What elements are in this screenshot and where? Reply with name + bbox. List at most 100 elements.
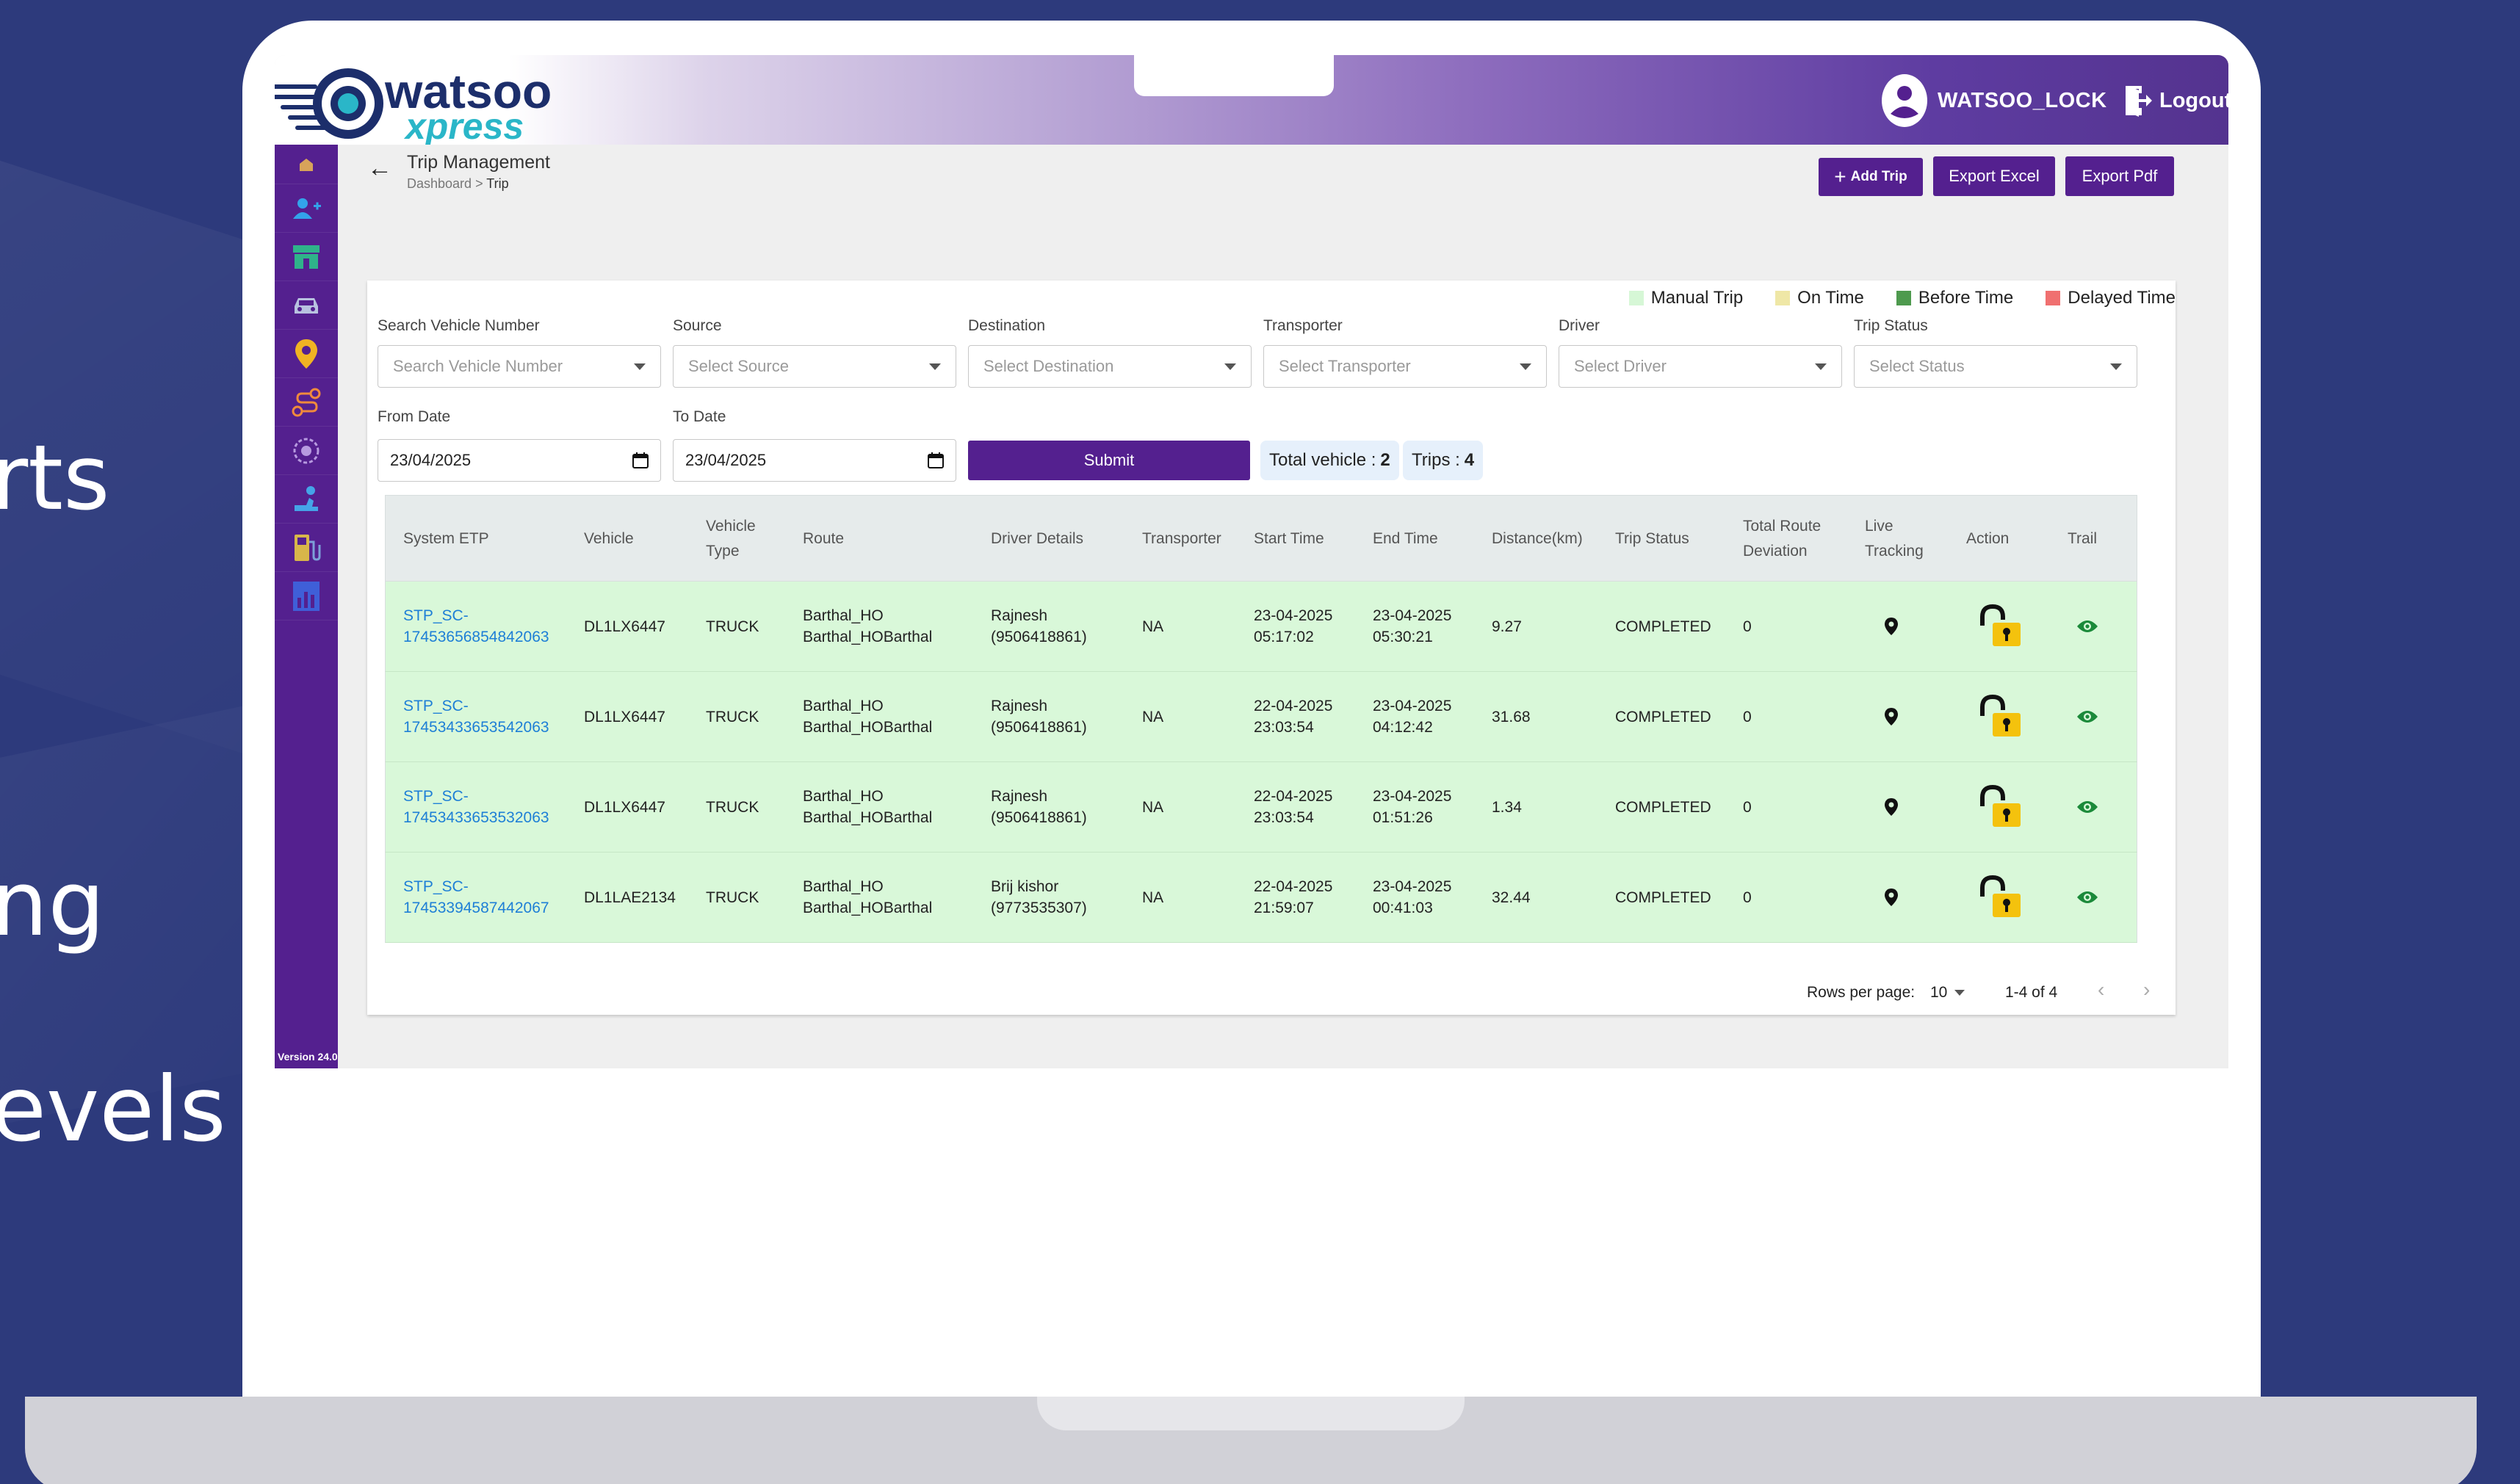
rows-per-page-select[interactable]: 10 bbox=[1930, 984, 1965, 1002]
version-label: Version 24.0 bbox=[278, 1051, 338, 1063]
from-date-value: 23/04/2025 bbox=[390, 451, 472, 469]
export-pdf-button[interactable]: Export Pdf bbox=[2065, 156, 2174, 196]
sidebar-item-reports[interactable] bbox=[275, 572, 338, 620]
cell-route-line: Barthal_HOBarthal bbox=[803, 719, 933, 736]
location-pin-icon bbox=[295, 339, 317, 369]
cell-route-deviation: 0 bbox=[1743, 618, 1752, 635]
rows-per-page-label: Rows per page: bbox=[1807, 984, 1916, 1001]
sidebar-item-routes[interactable] bbox=[275, 378, 338, 427]
fuel-icon bbox=[295, 534, 321, 561]
to-date-value: 23/04/2025 bbox=[685, 451, 767, 469]
cell-route-line: Barthal_HO bbox=[803, 788, 884, 805]
total-vehicle-chip: Total vehicle :2 bbox=[1260, 441, 1399, 480]
cell-system-etp[interactable]: STP_SC- 17453656854842063 bbox=[403, 582, 549, 671]
back-arrow-icon[interactable]: ← bbox=[367, 153, 392, 183]
to-date-input[interactable]: 23/04/2025 bbox=[673, 439, 956, 482]
slide-text-fragment: rts bbox=[0, 426, 110, 530]
camera-notch bbox=[1134, 55, 1334, 96]
status-placeholder: Select Status bbox=[1869, 357, 1965, 375]
col-system-etp[interactable]: System ETP bbox=[403, 496, 489, 582]
sidebar-item-stores[interactable] bbox=[275, 233, 338, 281]
submit-button[interactable]: Submit bbox=[968, 441, 1250, 480]
cell-vehicle-type: TRUCK bbox=[706, 798, 759, 816]
destination-select[interactable]: Select Destination bbox=[968, 345, 1252, 388]
cell-system-etp-line: STP_SC- bbox=[403, 878, 469, 895]
cell-route-line: Barthal_HOBarthal bbox=[803, 900, 933, 916]
car-icon bbox=[295, 297, 318, 314]
col-total-route-deviation[interactable]: Total Route Deviation bbox=[1743, 496, 1821, 582]
trail-eye-icon[interactable] bbox=[2076, 582, 2098, 671]
col-live-tracking[interactable]: Live Tracking bbox=[1865, 496, 1924, 582]
driver-select[interactable]: Select Driver bbox=[1559, 345, 1842, 388]
add-user-icon bbox=[293, 198, 321, 219]
live-tracking-pin-icon[interactable] bbox=[1884, 762, 1899, 852]
table-row: STP_SC- 17453433653542063 DL1LX6447 TRUCK Ba… bbox=[385, 672, 2137, 762]
prev-page-icon[interactable]: ‹ bbox=[2098, 978, 2104, 1002]
trail-eye-icon[interactable] bbox=[2076, 672, 2098, 761]
breadcrumb-current: Trip bbox=[486, 176, 509, 191]
col-trail[interactable]: Trail bbox=[2068, 496, 2097, 582]
cell-driver-details-line: (9773535307) bbox=[991, 900, 1087, 916]
vehicle-search-select[interactable]: Search Vehicle Number bbox=[378, 345, 661, 388]
cell-end-time-line: 04:12:42 bbox=[1373, 719, 1433, 736]
transporter-select[interactable]: Select Transporter bbox=[1263, 345, 1547, 388]
cell-end-time: 23-04-2025 00:41:03 bbox=[1373, 853, 1451, 942]
chevron-down-icon bbox=[1954, 990, 1965, 996]
sidebar-item-locations[interactable] bbox=[275, 330, 338, 378]
live-tracking-pin-icon[interactable] bbox=[1884, 672, 1899, 761]
col-trip-status[interactable]: Trip Status bbox=[1615, 496, 1689, 582]
breadcrumb-dashboard[interactable]: Dashboard bbox=[407, 176, 472, 191]
user-menu[interactable]: WATSOO_LOCK bbox=[1882, 73, 2107, 129]
col-start-time[interactable]: Start Time bbox=[1254, 496, 1324, 582]
cell-system-etp[interactable]: STP_SC- 17453433653532063 bbox=[403, 762, 549, 852]
sidebar-item-geofence[interactable] bbox=[275, 427, 338, 475]
live-tracking-pin-icon[interactable] bbox=[1884, 853, 1899, 942]
cell-system-etp-line: STP_SC- bbox=[403, 698, 469, 714]
next-page-icon[interactable]: › bbox=[2143, 978, 2150, 1002]
source-select[interactable]: Select Source bbox=[673, 345, 956, 388]
destination-filter-label: Destination bbox=[968, 317, 1046, 334]
logout-label: Logout bbox=[2159, 88, 2228, 112]
sidebar-item-home[interactable] bbox=[275, 145, 338, 184]
col-vehicle-type[interactable]: Vehicle Type bbox=[706, 496, 756, 582]
plus-icon: + bbox=[1834, 165, 1846, 188]
logout-button[interactable]: Logout bbox=[2123, 73, 2228, 129]
add-trip-button[interactable]: + Add Trip bbox=[1819, 158, 1923, 196]
calendar-icon[interactable] bbox=[928, 452, 944, 469]
cell-vehicle-type: TRUCK bbox=[706, 888, 759, 906]
export-excel-button[interactable]: Export Excel bbox=[1933, 156, 2055, 196]
col-distance[interactable]: Distance(km) bbox=[1492, 496, 1583, 582]
app-screen: watsoo xpress WATSOO_LOCK Logout Version… bbox=[275, 55, 2228, 1068]
trail-eye-icon[interactable] bbox=[2076, 853, 2098, 942]
home-icon bbox=[300, 158, 313, 171]
col-vehicle[interactable]: Vehicle bbox=[584, 496, 634, 582]
sidebar-item-vehicles[interactable] bbox=[275, 281, 338, 330]
cell-route-deviation: 0 bbox=[1743, 888, 1752, 906]
unlock-icon[interactable] bbox=[1976, 672, 2023, 761]
live-tracking-pin-icon[interactable] bbox=[1884, 582, 1899, 671]
legend-swatch bbox=[1896, 291, 1911, 305]
sidebar-item-drivers[interactable] bbox=[275, 475, 338, 524]
destination-placeholder: Select Destination bbox=[983, 357, 1114, 375]
col-end-time[interactable]: End Time bbox=[1373, 496, 1438, 582]
cell-transporter: NA bbox=[1142, 618, 1164, 635]
cell-system-etp[interactable]: STP_SC- 17453433653542063 bbox=[403, 672, 549, 761]
col-route[interactable]: Route bbox=[803, 496, 844, 582]
from-date-input[interactable]: 23/04/2025 bbox=[378, 439, 661, 482]
cell-trip-status: COMPLETED bbox=[1615, 888, 1711, 906]
trail-eye-icon[interactable] bbox=[2076, 762, 2098, 852]
col-transporter[interactable]: Transporter bbox=[1142, 496, 1221, 582]
calendar-icon[interactable] bbox=[632, 452, 649, 469]
unlock-icon[interactable] bbox=[1976, 582, 2023, 671]
sidebar-item-fuel[interactable] bbox=[275, 524, 338, 572]
cell-end-time-line: 23-04-2025 bbox=[1373, 698, 1452, 714]
cell-route-line: Barthal_HO bbox=[803, 698, 884, 714]
unlock-icon[interactable] bbox=[1976, 762, 2023, 852]
sidebar-item-users[interactable] bbox=[275, 184, 338, 233]
cell-transporter: NA bbox=[1142, 798, 1164, 816]
col-action[interactable]: Action bbox=[1966, 496, 2009, 582]
unlock-icon[interactable] bbox=[1976, 853, 2023, 942]
status-select[interactable]: Select Status bbox=[1854, 345, 2137, 388]
cell-system-etp[interactable]: STP_SC- 17453394587442067 bbox=[403, 853, 549, 942]
col-driver-details[interactable]: Driver Details bbox=[991, 496, 1083, 582]
